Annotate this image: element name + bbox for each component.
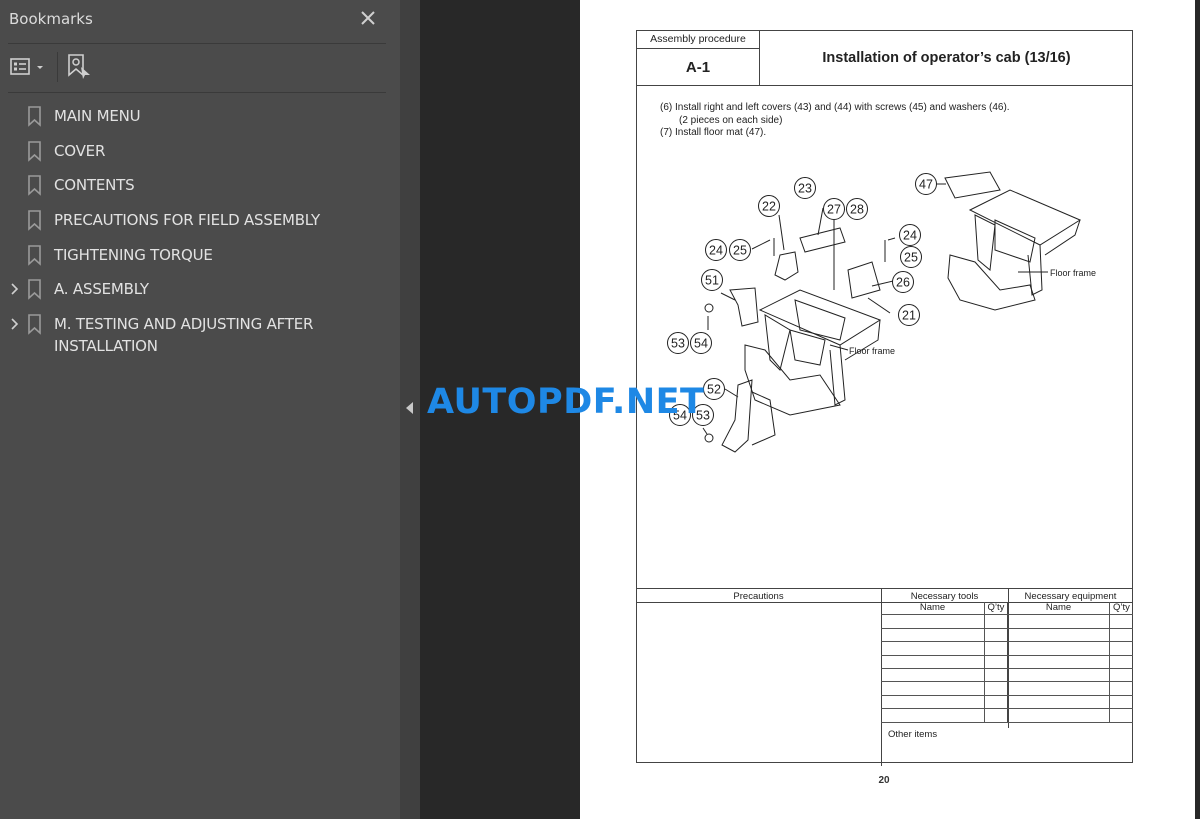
part-number: 24 xyxy=(903,229,917,243)
bookmark-item[interactable]: MAIN MENU xyxy=(0,102,400,137)
bookmark-item[interactable]: PRECAUTIONS FOR FIELD ASSEMBLY xyxy=(0,206,400,241)
procedure-code: A-1 xyxy=(685,59,711,76)
page-title: Installation of operator’s cab (13/16) xyxy=(822,50,1071,66)
step-6: (6) Install right and left covers (43) a… xyxy=(660,102,1010,113)
tool-name-header: Name xyxy=(881,602,985,615)
table-row xyxy=(881,615,1133,629)
part-number: 25 xyxy=(904,251,918,265)
bookmark-label: CONTENTS xyxy=(54,176,135,195)
toolbar-separator xyxy=(57,52,58,82)
part-number: 52 xyxy=(707,383,721,397)
table-row xyxy=(881,709,1133,723)
part-number: 22 xyxy=(762,200,776,214)
part-number: 24 xyxy=(709,244,723,258)
bracket-23 xyxy=(799,227,846,253)
collapse-panel-icon[interactable] xyxy=(406,402,413,414)
bookmark-item[interactable]: A. ASSEMBLY xyxy=(0,275,400,310)
table-header-row: Name Q’ty Name Q’ty xyxy=(881,602,1133,616)
bookmarks-panel: Bookmarks MAIN MENU COVER CONTENTS PRECAUTI… xyxy=(0,0,400,819)
add-bookmark-icon xyxy=(68,54,90,79)
table-row xyxy=(881,642,1133,656)
floor-frame-label: Floor frame xyxy=(1050,268,1096,278)
part-number: 26 xyxy=(896,276,910,290)
bracket-52 xyxy=(721,379,753,453)
equipment-name-header: Name xyxy=(1008,602,1110,615)
assembly-procedure-label: Assembly procedure xyxy=(650,33,746,45)
procedure-steps: (6) Install right and left covers (43) a… xyxy=(660,102,1010,140)
table-row xyxy=(881,655,1133,669)
bracket-26 xyxy=(847,261,881,299)
bookmark-icon xyxy=(27,278,45,301)
bookmark-icon xyxy=(27,244,45,266)
bookmark-label: A. ASSEMBLY xyxy=(54,280,149,299)
necessary-tools-header: Necessary tools xyxy=(910,591,979,602)
bookmark-label: COVER xyxy=(54,141,106,160)
rule xyxy=(636,588,1133,590)
bookmark-options-button[interactable] xyxy=(9,56,49,80)
bookmark-icon xyxy=(27,313,45,335)
divider xyxy=(8,92,386,93)
bracket-22 xyxy=(774,251,799,281)
part-number: 21 xyxy=(902,309,916,323)
bookmarks-title: Bookmarks xyxy=(9,10,93,28)
floor-mat xyxy=(944,171,1001,199)
part-number: 23 xyxy=(798,182,812,196)
bookmark-item[interactable]: TIGHTENING TORQUE xyxy=(0,241,400,276)
table-row xyxy=(881,668,1133,683)
part-number: 51 xyxy=(705,274,719,288)
bookmark-label: TIGHTENING TORQUE xyxy=(54,245,213,264)
divider xyxy=(8,43,386,44)
viewer-background xyxy=(1195,0,1200,819)
tool-qty-header: Q’ty xyxy=(985,602,1008,615)
chevron-right-icon[interactable] xyxy=(0,278,26,300)
bookmark-icon xyxy=(27,105,45,127)
floor-frame-left xyxy=(758,289,882,346)
assembly-diagram: 222327 28242524 2526215153 545254 5347 Floor… xyxy=(667,171,1096,453)
part-number: 28 xyxy=(850,203,864,217)
bookmark-item[interactable]: COVER xyxy=(0,137,400,172)
close-icon[interactable] xyxy=(358,8,378,28)
bookmark-label: MAIN MENU xyxy=(54,107,141,125)
bookmark-item[interactable]: M. TESTING AND ADJUSTING AFTER INSTALLAT… xyxy=(0,310,400,363)
bookmark-item[interactable]: CONTENTS xyxy=(0,171,400,206)
equipment-qty-header: Q’ty xyxy=(1113,602,1130,613)
part-number: 27 xyxy=(827,203,841,217)
page-number: 20 xyxy=(878,775,890,786)
tools-equipment-table: Name Q’ty Name Q’ty xyxy=(881,602,1133,723)
table-row xyxy=(881,695,1133,710)
bookmark-icon xyxy=(27,140,45,162)
bookmark-label: PRECAUTIONS FOR FIELD ASSEMBLY xyxy=(54,211,320,230)
list-options-icon xyxy=(10,58,43,75)
chevron-right-icon[interactable] xyxy=(0,313,26,335)
necessary-equipment-header: Necessary equipment xyxy=(1024,591,1117,602)
part-number: 54 xyxy=(694,337,708,351)
floor-frame-right xyxy=(968,189,1082,246)
rule xyxy=(636,48,760,49)
step-6-note: (2 pieces on each side) xyxy=(679,114,783,126)
part-number: 53 xyxy=(671,337,685,351)
precautions-header: Precautions xyxy=(733,591,784,602)
part-number: 47 xyxy=(919,178,933,192)
bookmark-list: MAIN MENU COVER CONTENTS PRECAUTIONS FOR FI… xyxy=(0,102,400,363)
floor-frame-label: Floor frame xyxy=(849,346,895,356)
other-items-label: Other items xyxy=(888,729,938,740)
bracket-51 xyxy=(729,287,759,327)
bookmark-label: M. TESTING AND ADJUSTING AFTER INSTALLAT… xyxy=(54,315,314,356)
step-7: (7) Install floor mat (47). xyxy=(660,127,767,138)
table-row xyxy=(881,628,1133,643)
table-row xyxy=(881,682,1133,696)
add-bookmark-button[interactable] xyxy=(66,53,94,81)
rule xyxy=(636,85,1133,87)
watermark: AUTOPDF.NET xyxy=(427,382,705,422)
bookmark-icon xyxy=(27,174,45,197)
part-number: 25 xyxy=(733,244,747,258)
bookmark-icon xyxy=(27,209,45,231)
